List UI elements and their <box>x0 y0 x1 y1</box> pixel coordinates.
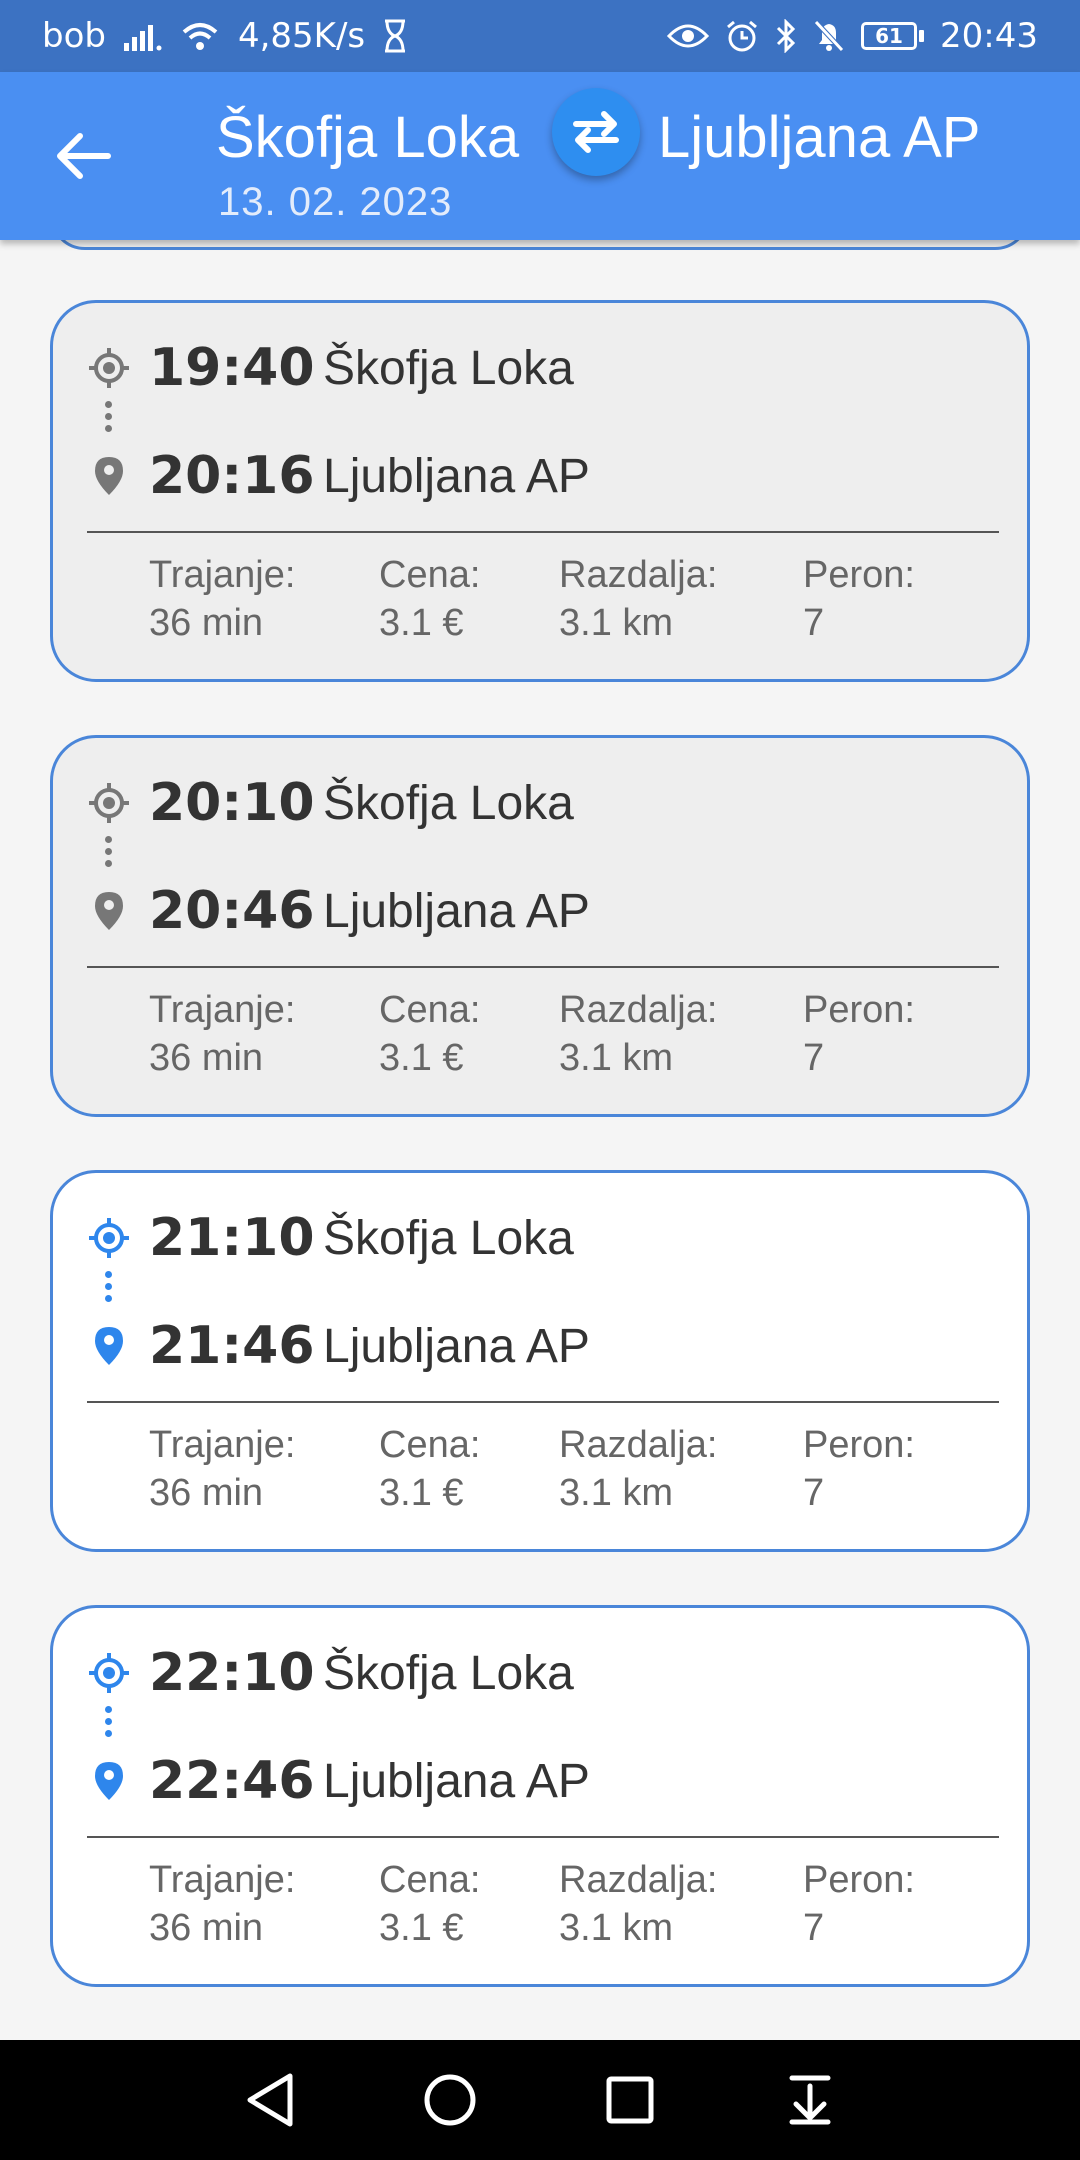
platform-info: Peron: 7 <box>803 989 915 1079</box>
pull-down-icon <box>789 2075 831 2125</box>
location-pin-icon <box>87 1760 131 1802</box>
swap-button[interactable] <box>552 88 640 176</box>
divider <box>87 966 999 968</box>
price-info: Cena: 3.1 € <box>379 989 481 1079</box>
departure-card-partial[interactable] <box>50 240 1030 250</box>
arrival-time: 20:46 <box>149 881 315 941</box>
swap-arrows-icon <box>573 111 619 153</box>
departure-time: 22:10 <box>149 1643 315 1703</box>
travel-date[interactable]: 13. 02. 2023 <box>218 180 452 225</box>
signal-icon <box>123 21 162 51</box>
location-pin-icon <box>87 890 131 932</box>
platform-info: Peron: 7 <box>803 1859 915 1949</box>
back-button[interactable] <box>52 124 116 188</box>
nav-recents-button[interactable] <box>590 2060 670 2140</box>
platform-info: Peron: 7 <box>803 1424 915 1514</box>
distance-info: Razdalja: 3.1 km <box>559 554 718 644</box>
route-dots <box>105 1271 112 1302</box>
alarm-icon <box>725 19 759 53</box>
carrier-name: bob <box>42 16 106 56</box>
crosshair-icon <box>87 1217 131 1259</box>
duration-info: Trajanje: 36 min <box>149 554 296 644</box>
price-info: Cena: 3.1 € <box>379 554 481 644</box>
clock: 20:43 <box>940 16 1038 56</box>
route-dots <box>105 1706 112 1737</box>
crosshair-icon <box>87 347 131 389</box>
departure-card[interactable]: 22:10 Škofja Loka 22:46 Ljubljana AP Tra… <box>50 1605 1030 1987</box>
bluetooth-icon <box>775 19 797 53</box>
wifi-icon <box>180 20 220 52</box>
departure-card[interactable]: 21:10 Škofja Loka 21:46 Ljubljana AP Tra… <box>50 1170 1030 1552</box>
from-station[interactable]: Škofja Loka <box>216 104 519 171</box>
hourglass-icon <box>383 19 407 53</box>
departure-time: 19:40 <box>149 338 315 398</box>
arrival-place: Ljubljana AP <box>323 1319 590 1373</box>
arrival-place: Ljubljana AP <box>323 1754 590 1808</box>
price-info: Cena: 3.1 € <box>379 1859 481 1949</box>
arrow-left-icon <box>57 133 111 179</box>
divider <box>87 531 999 533</box>
arrival-time: 22:46 <box>149 1751 315 1811</box>
crosshair-icon <box>87 782 131 824</box>
distance-info: Razdalja: 3.1 km <box>559 1859 718 1949</box>
price-info: Cena: 3.1 € <box>379 1424 481 1514</box>
departure-place: Škofja Loka <box>323 1211 574 1265</box>
eye-icon <box>667 22 710 50</box>
app-bar: Škofja Loka Ljubljana AP 13. 02. 2023 <box>0 72 1080 240</box>
nav-back-button[interactable] <box>230 2060 310 2140</box>
platform-info: Peron: 7 <box>803 554 915 644</box>
arrival-place: Ljubljana AP <box>323 884 590 938</box>
departure-time: 21:10 <box>149 1208 315 1268</box>
arrival-time: 20:16 <box>149 446 315 506</box>
distance-info: Razdalja: 3.1 km <box>559 989 718 1079</box>
location-pin-icon <box>87 1325 131 1367</box>
duration-info: Trajanje: 36 min <box>149 989 296 1079</box>
status-bar: bob 4,85K/s 61 20:43 <box>0 0 1080 72</box>
crosshair-icon <box>87 1652 131 1694</box>
route-dots <box>105 836 112 867</box>
triangle-back-icon <box>247 2073 293 2127</box>
square-recents-icon <box>606 2076 654 2124</box>
mute-bell-icon <box>813 19 845 53</box>
departure-card[interactable]: 20:10 Škofja Loka 20:46 Ljubljana AP Tra… <box>50 735 1030 1117</box>
duration-info: Trajanje: 36 min <box>149 1424 296 1514</box>
arrival-place: Ljubljana AP <box>323 449 590 503</box>
departure-time: 20:10 <box>149 773 315 833</box>
departure-list[interactable]: 19:40 Škofja Loka 20:16 Ljubljana AP Tra… <box>0 240 1080 2040</box>
location-pin-icon <box>87 455 131 497</box>
circle-home-icon <box>424 2074 476 2126</box>
system-nav-bar <box>0 2040 1080 2160</box>
battery-icon: 61 <box>861 22 925 50</box>
distance-info: Razdalja: 3.1 km <box>559 1424 718 1514</box>
network-speed: 4,85K/s <box>237 16 366 56</box>
nav-home-button[interactable] <box>410 2060 490 2140</box>
nav-notifications-button[interactable] <box>770 2060 850 2140</box>
departure-place: Škofja Loka <box>323 776 574 830</box>
divider <box>87 1836 999 1838</box>
departure-place: Škofja Loka <box>323 1646 574 1700</box>
departure-place: Škofja Loka <box>323 341 574 395</box>
departure-card[interactable]: 19:40 Škofja Loka 20:16 Ljubljana AP Tra… <box>50 300 1030 682</box>
to-station[interactable]: Ljubljana AP <box>658 104 980 171</box>
divider <box>87 1401 999 1403</box>
duration-info: Trajanje: 36 min <box>149 1859 296 1949</box>
route-dots <box>105 401 112 432</box>
arrival-time: 21:46 <box>149 1316 315 1376</box>
